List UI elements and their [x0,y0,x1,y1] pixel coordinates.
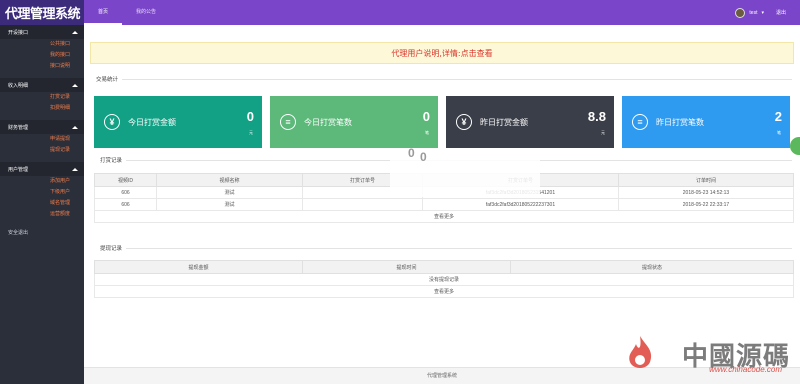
sidebar-item[interactable]: 公共接口 [0,39,84,50]
stat-label: 昨日打赏金额 [480,117,528,127]
divider [122,79,792,80]
withdrawals-title: 提现记录 [100,246,123,252]
caret-up-icon [72,125,78,129]
stat-label: 今日打赏笔数 [304,117,352,127]
sidebar-item[interactable]: 我的接口 [0,50,84,61]
sidebar-group: 收入明细 打赏记录 扣费明细 [0,78,84,114]
sidebar-item[interactable]: 扣费明细 [0,103,84,114]
list-icon: ≡ [280,114,296,130]
sidebar-logout[interactable]: 安全退出 [0,226,84,240]
sidebar-item[interactable]: 申请提现 [0,134,84,145]
top-nav: 首页 我的公告 [84,0,170,25]
stat-label: 昨日打赏笔数 [656,117,704,127]
table-row[interactable]: 606 测试 faf3dc2faf3d201805222237301 2018-05-… [94,198,794,211]
sidebar-item[interactable]: 添加用户 [0,176,84,187]
sidebar-item[interactable]: 打赏记录 [0,92,84,103]
yen-icon: ¥ [104,114,120,130]
stat-unit: 笔 [777,130,781,135]
tab-notice[interactable]: 我的公告 [122,0,170,25]
column-header[interactable]: 提现时间 [302,260,511,274]
stat-label: 今日打赏金额 [128,117,176,127]
list-icon: ≡ [632,114,648,130]
stat-card-today-count: ≡ 今日打赏笔数 0 笔 [270,96,438,148]
view-more-link[interactable]: 查看更多 [94,285,794,298]
stat-card-today-amount: ¥ 今日打赏金额 0 元 [94,96,262,148]
column-header[interactable]: 视频ID [94,173,157,187]
sidebar: 开设接口 公共接口 我的接口 接口说明 收入明细 打赏记录 扣费明细 财务管理 … [0,25,84,384]
logout-link[interactable]: 退出 [776,9,786,16]
flame-logo-icon [629,336,652,368]
sidebar-item[interactable]: 域名管理 [0,198,84,209]
notice-banner[interactable]: 代理用户说明,详情:点击查看 [90,42,794,64]
sidebar-group-head[interactable]: 开设接口 [0,25,84,39]
sidebar-group: 开设接口 公共接口 我的接口 接口说明 [0,25,84,72]
stat-value: 8.8 [587,109,606,124]
stat-unit: 笔 [425,130,429,135]
column-header[interactable]: 提现状态 [510,260,794,274]
sidebar-group-head[interactable]: 用户管理 [0,162,84,176]
withdrawals-table: 提现金额 提现时间 提现状态 没有提现记录 查看更多 [94,260,794,298]
stat-value: 0 [422,109,430,124]
view-more-link[interactable]: 查看更多 [94,210,794,223]
caret-up-icon [72,167,78,171]
chat-bubble-icon[interactable] [790,137,800,155]
caret-up-icon [72,83,78,87]
sidebar-group-head[interactable]: 财务管理 [0,120,84,134]
chevron-down-icon[interactable]: ▾ [761,10,764,16]
sidebar-item[interactable]: 提现记录 [0,145,84,156]
stat-unit: 元 [249,130,253,135]
stat-card-yesterday-count: ≡ 昨日打赏笔数 2 笔 [622,96,790,148]
sidebar-group: 财务管理 申请提现 提现记录 [0,120,84,156]
stat-value: 2 [774,109,782,124]
divider [126,248,792,249]
yen-icon: ¥ [456,114,472,130]
sidebar-item[interactable]: 下级用户 [0,187,84,198]
stats-title: 交易统计 [96,77,119,83]
tab-home[interactable]: 首页 [84,0,123,25]
sidebar-item[interactable]: 运营额度 [0,209,84,220]
user-menu[interactable]: test ▾ 退出 [735,7,800,18]
floating-value: 0 [408,146,415,160]
floating-value: 0 [420,150,427,164]
column-header[interactable]: 订单时间 [618,173,794,187]
caret-up-icon [72,30,78,34]
sidebar-group: 用户管理 添加用户 下级用户 域名管理 运营额度 [0,162,84,220]
column-header[interactable]: 提现金额 [94,260,303,274]
stat-unit: 元 [601,130,605,135]
stat-value: 0 [246,109,254,124]
overlay-blur [390,157,540,197]
app-title[interactable]: 代理管理系统 [0,0,84,25]
empty-message: 没有提现记录 [94,273,794,286]
watermark-url: www.chinacode.com [709,365,782,374]
main-content: 代理用户说明,详情:点击查看 交易统计 ¥ 今日打赏金额 0 元 ≡ 今日打赏笔… [84,25,800,384]
top-bar: 代理管理系统 首页 我的公告 test ▾ 退出 [0,0,800,25]
watermark: 中國源碼 www.chinacode.com [616,332,796,380]
stat-card-yesterday-amount: ¥ 昨日打赏金额 8.8 元 [446,96,614,148]
username[interactable]: test [749,10,757,16]
orders-title: 打赏记录 [100,158,123,164]
avatar[interactable] [735,7,746,18]
column-header[interactable]: 视频名称 [156,173,303,187]
sidebar-group-head[interactable]: 收入明细 [0,78,84,92]
sidebar-item[interactable]: 接口说明 [0,61,84,72]
